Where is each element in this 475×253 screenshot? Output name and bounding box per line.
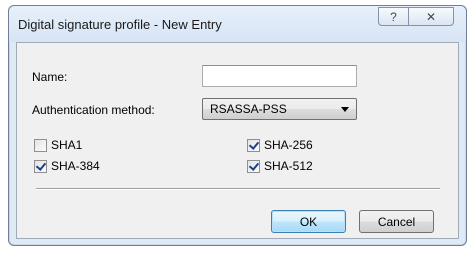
sha256-option[interactable]: SHA-256 bbox=[247, 138, 313, 152]
sha512-option[interactable]: SHA-512 bbox=[247, 159, 313, 173]
separator bbox=[36, 188, 440, 190]
auth-method-label: Authentication method: bbox=[32, 103, 155, 117]
ok-button[interactable]: OK bbox=[271, 210, 346, 233]
cancel-button[interactable]: Cancel bbox=[359, 210, 434, 233]
help-button[interactable]: ? bbox=[378, 7, 408, 26]
sha256-label: SHA-256 bbox=[264, 138, 313, 152]
sha512-label: SHA-512 bbox=[264, 159, 313, 173]
help-question-icon: ? bbox=[390, 9, 397, 24]
sha1-checkbox[interactable] bbox=[34, 138, 47, 152]
sha384-option[interactable]: SHA-384 bbox=[34, 159, 100, 173]
sha384-checkbox[interactable] bbox=[34, 159, 47, 173]
sha1-option[interactable]: SHA1 bbox=[34, 138, 82, 152]
auth-method-select[interactable]: RSASSA-PSS bbox=[202, 98, 357, 120]
dialog-window: Digital signature profile - New Entry ? … bbox=[8, 5, 467, 246]
close-button[interactable]: ✕ bbox=[408, 7, 454, 26]
sha512-checkbox[interactable] bbox=[247, 159, 260, 173]
close-icon: ✕ bbox=[425, 9, 437, 24]
sha384-label: SHA-384 bbox=[51, 159, 100, 173]
sha1-label: SHA1 bbox=[51, 138, 83, 152]
dialog-body: Name: Authentication method: RSASSA-PSS … bbox=[16, 42, 459, 239]
title-bar[interactable]: Digital signature profile - New Entry ? … bbox=[9, 6, 466, 42]
window-title: Digital signature profile - New Entry bbox=[18, 17, 222, 32]
name-input[interactable] bbox=[202, 65, 357, 87]
sha256-checkbox[interactable] bbox=[247, 138, 260, 152]
auth-method-value: RSASSA-PSS bbox=[210, 102, 287, 116]
chevron-down-icon bbox=[341, 107, 349, 112]
name-label: Name: bbox=[32, 70, 68, 84]
